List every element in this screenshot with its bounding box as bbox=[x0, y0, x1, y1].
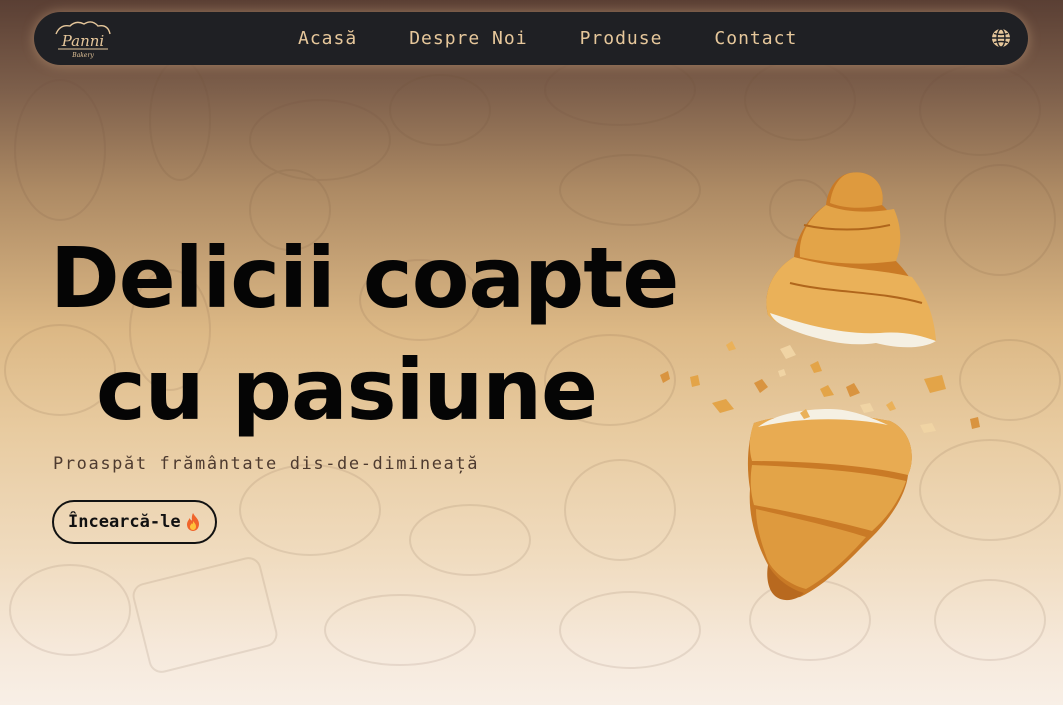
fire-icon bbox=[186, 513, 199, 531]
croissant-top-half bbox=[766, 172, 936, 348]
nav-link-acasa[interactable]: Acasă bbox=[298, 28, 357, 49]
top-navbar: Panni Bakery Acasă Despre Noi Produse Co… bbox=[34, 12, 1028, 65]
hero-subtitle: Proaspăt frământate dis-de-dimineață bbox=[53, 454, 480, 474]
nav-link-produse[interactable]: Produse bbox=[580, 28, 663, 49]
cta-label: Încearcă-le bbox=[68, 512, 181, 532]
logo-wordmark: Panni bbox=[61, 32, 105, 50]
panni-bakery-logo[interactable]: Panni Bakery bbox=[50, 18, 116, 60]
nav-link-despre-noi[interactable]: Despre Noi bbox=[409, 28, 527, 49]
croissant-image bbox=[660, 172, 980, 601]
hero-title-line2: cu pasiune bbox=[96, 341, 598, 439]
logo-subtext: Bakery bbox=[71, 52, 94, 59]
nav-link-contact[interactable]: Contact bbox=[714, 28, 797, 49]
globe-icon[interactable] bbox=[989, 26, 1013, 50]
croissant-bottom-half bbox=[747, 409, 912, 601]
try-them-button[interactable]: Încearcă-le bbox=[52, 500, 217, 544]
hero-title-line1: Delicii coapte bbox=[50, 229, 679, 327]
nav-links: Acasă Despre Noi Produse Contact bbox=[298, 12, 849, 65]
hero-title: Delicii coapte cu pasiune bbox=[50, 222, 679, 446]
